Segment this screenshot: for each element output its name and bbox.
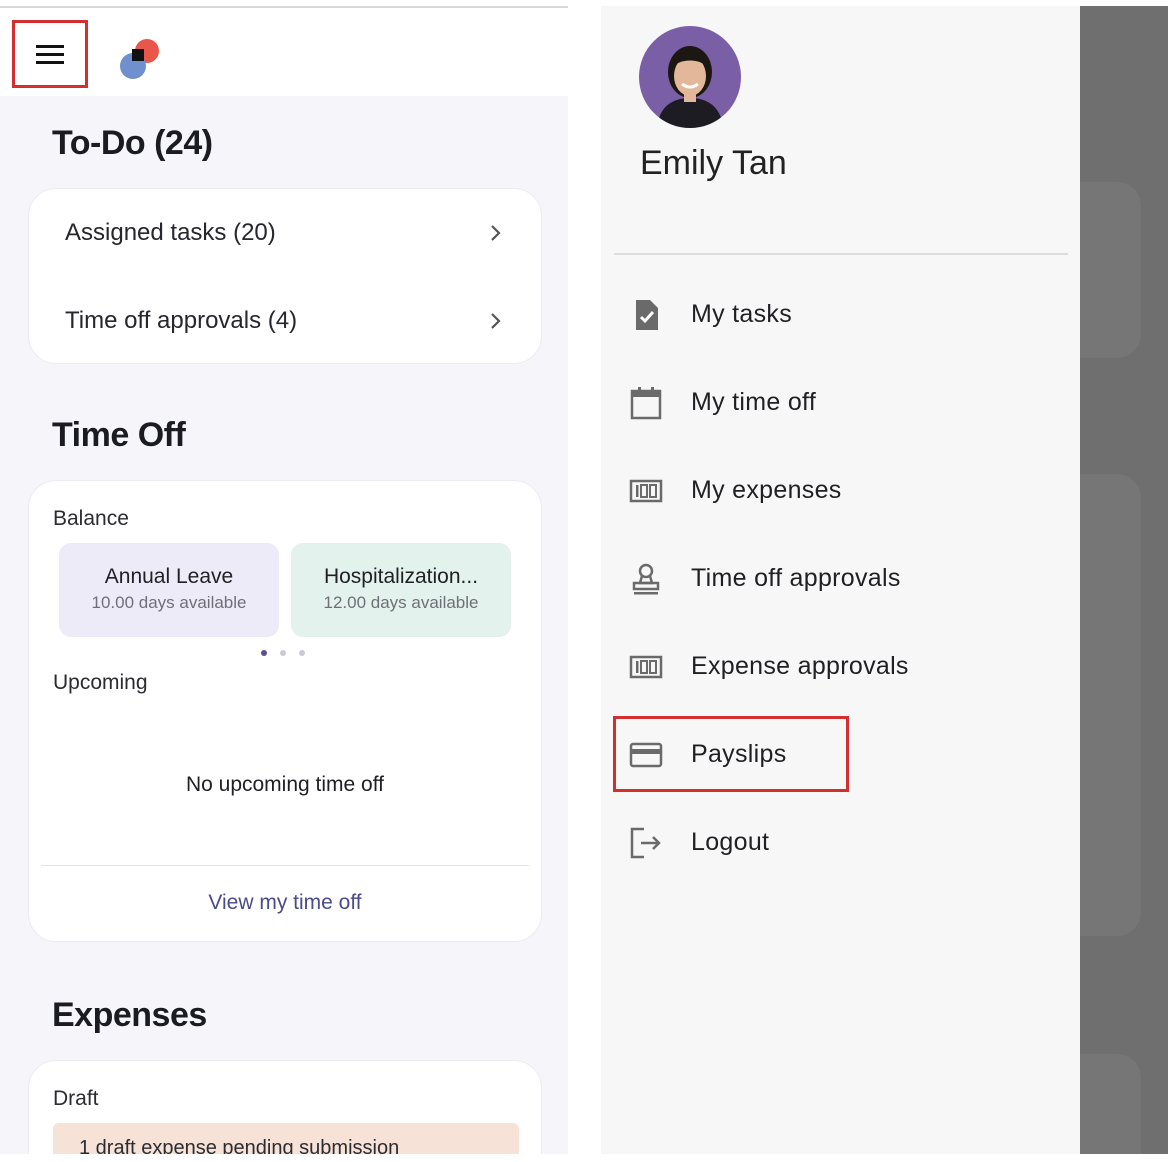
menu-item-label: My time off	[691, 387, 817, 416]
chevron-right-icon	[491, 313, 501, 329]
carousel-dot	[261, 650, 267, 656]
home-screen: To-Do (24) Assigned tasks (20) Time off …	[0, 6, 568, 1154]
menu-item-my-tasks[interactable]: My tasks	[613, 276, 849, 352]
draft-expense-banner[interactable]: 1 draft expense pending submission	[53, 1123, 519, 1154]
balance-tile-hospitalization[interactable]: Hospitalization... 12.00 days available	[291, 543, 511, 637]
balance-tile-annual-leave[interactable]: Annual Leave 10.00 days available	[59, 543, 279, 637]
menu-item-my-expenses[interactable]: My expenses	[613, 452, 849, 528]
upcoming-label: Upcoming	[53, 671, 148, 694]
divider	[614, 253, 1068, 255]
view-my-time-off-link[interactable]: View my time off	[29, 891, 541, 915]
app-logo	[120, 39, 159, 79]
balance-name: Annual Leave	[104, 565, 234, 588]
calendar-icon	[630, 387, 662, 420]
draft-label: Draft	[53, 1087, 99, 1110]
menu-item-label: Payslips	[691, 739, 787, 768]
todo-title: To-Do (24)	[52, 124, 213, 162]
logout-icon	[630, 827, 661, 859]
drawer-screen: Emily Tan My tasks My time off My expens…	[601, 6, 1168, 1154]
menu-item-label: Time off approvals	[691, 563, 901, 592]
menu-item-label: My expenses	[691, 475, 842, 504]
card-icon	[629, 742, 663, 768]
menu-item-time-off-approvals[interactable]: Time off approvals	[613, 540, 900, 616]
receipt-icon	[629, 479, 663, 503]
receipt-icon	[629, 655, 663, 679]
user-photo	[639, 26, 741, 128]
divider	[41, 865, 529, 866]
balance-label: Balance	[53, 507, 129, 530]
menu-item-payslips[interactable]: Payslips	[613, 716, 849, 792]
menu-item-my-time-off[interactable]: My time off	[613, 364, 849, 440]
stamp-icon	[632, 563, 660, 595]
menu-item-label: Logout	[691, 827, 770, 856]
todo-card: Assigned tasks (20) Time off approvals (…	[28, 188, 542, 364]
todo-item-assigned-tasks[interactable]: Assigned tasks (20)	[65, 203, 505, 263]
todo-item-time-off-approvals[interactable]: Time off approvals (4)	[65, 291, 505, 351]
expenses-title: Expenses	[52, 996, 207, 1034]
menu-item-logout[interactable]: Logout	[613, 804, 849, 880]
hamburger-icon	[36, 45, 64, 64]
carousel-dot	[280, 650, 286, 656]
empty-upcoming-message: No upcoming time off	[185, 773, 385, 796]
balance-available: 12.00 days available	[323, 593, 479, 612]
todo-item-label: Assigned tasks (20)	[65, 219, 276, 246]
task-check-icon	[636, 300, 658, 330]
navigation-drawer: Emily Tan My tasks My time off My expens…	[601, 6, 1080, 1154]
carousel-indicator	[261, 650, 305, 656]
expenses-card: Draft 1 draft expense pending submission	[28, 1060, 542, 1154]
balance-name: Hospitalization...	[323, 565, 479, 588]
avatar	[639, 26, 741, 128]
todo-item-label: Time off approvals (4)	[65, 307, 298, 334]
menu-item-label: Expense approvals	[691, 651, 909, 680]
chevron-right-icon	[491, 225, 501, 241]
menu-button[interactable]	[12, 20, 88, 88]
time-off-card: Balance Annual Leave 10.00 days availabl…	[28, 480, 542, 942]
menu-item-label: My tasks	[691, 299, 793, 328]
menu-item-expense-approvals[interactable]: Expense approvals	[613, 628, 908, 704]
balance-available: 10.00 days available	[91, 593, 247, 612]
top-app-bar	[0, 8, 568, 96]
carousel-dot	[299, 650, 305, 656]
user-name: Emily Tan	[640, 144, 787, 182]
time-off-title: Time Off	[52, 416, 186, 454]
